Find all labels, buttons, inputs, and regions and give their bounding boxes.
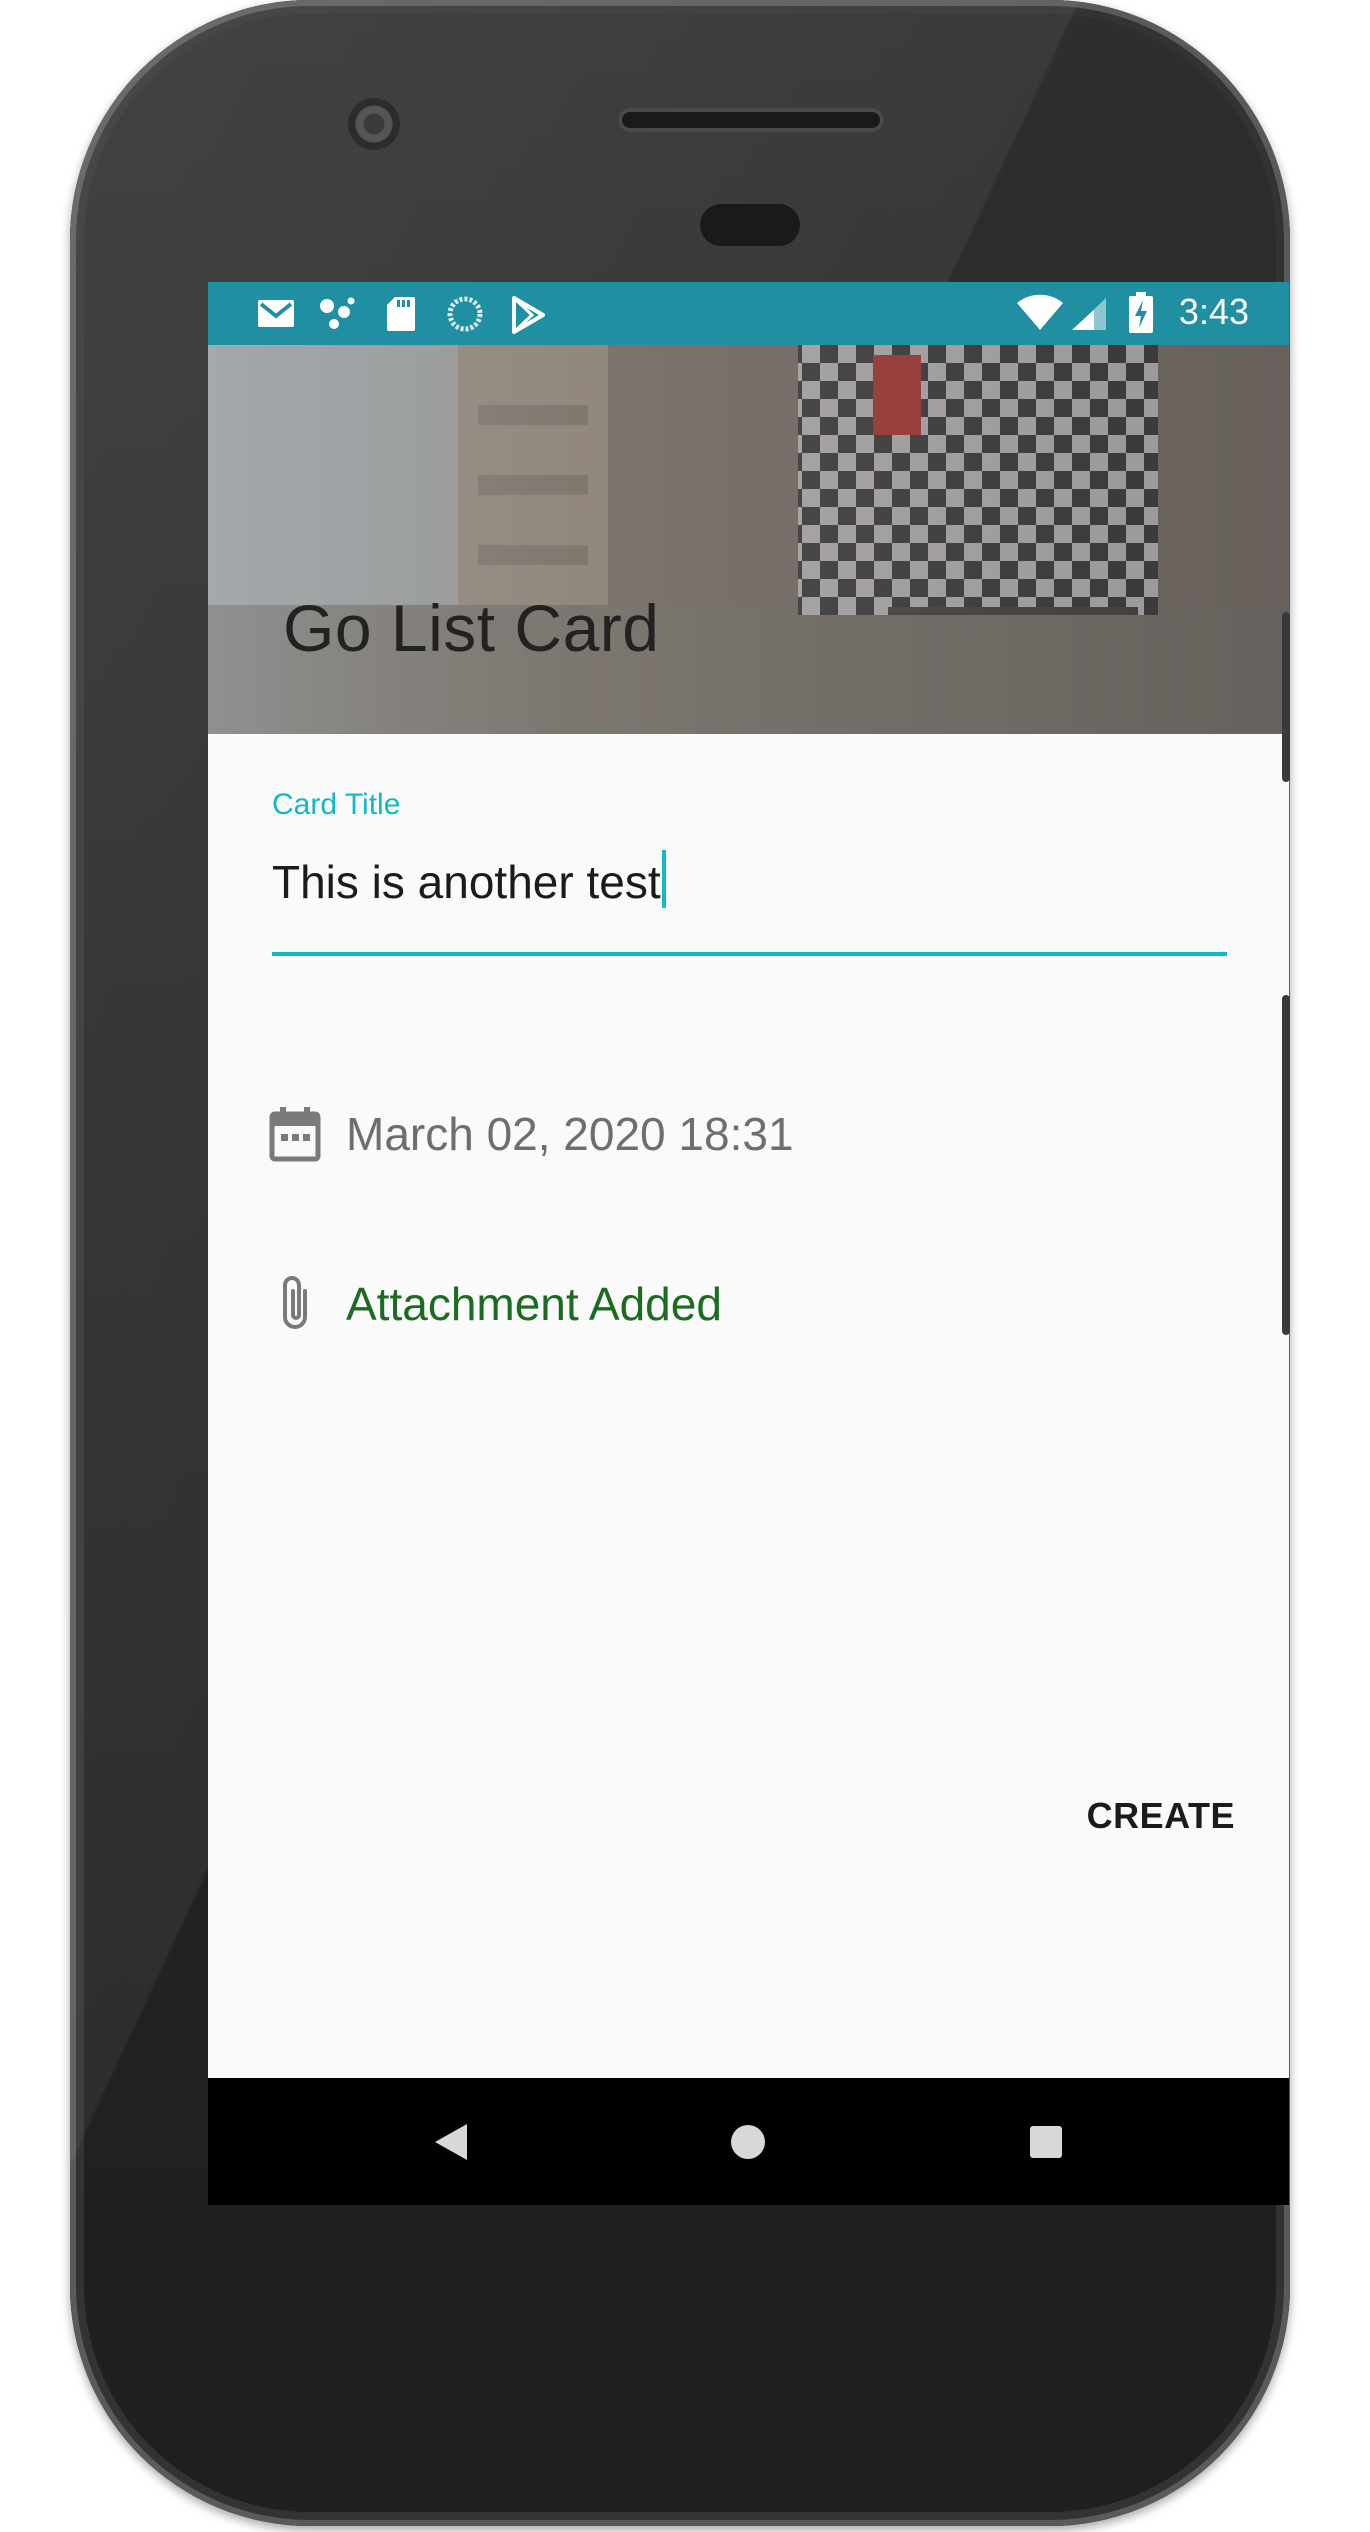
card-title-underline [272,952,1227,956]
battery-charging-icon [1129,292,1153,333]
date-text: March 02, 2020 18:31 [346,1108,794,1160]
text-cursor [661,850,666,908]
header-background-image [208,345,1289,734]
header-banner: Go List Card [208,345,1289,734]
status-bar: 3:43 [208,282,1289,345]
back-icon[interactable] [425,2116,477,2168]
home-icon[interactable] [722,2116,774,2168]
navigation-bar [208,2078,1289,2205]
date-row[interactable]: March 02, 2020 18:31 [266,1099,794,1169]
create-button[interactable]: CREATE [1081,1787,1241,1845]
volume-button[interactable] [1282,995,1290,1335]
earpiece-speaker [618,108,884,132]
front-camera [348,98,400,150]
recents-icon[interactable] [1020,2116,1072,2168]
attachment-text: Attachment Added [346,1278,722,1330]
signal-icon [1072,298,1106,330]
card-title-input[interactable]: This is another test [272,850,1227,910]
status-time: 3:43 [1178,291,1249,332]
page-title: Go List Card [283,591,660,665]
power-button[interactable] [1282,612,1290,782]
calendar-icon [266,1099,324,1169]
proximity-sensor [700,204,800,246]
card-title-value: This is another test [272,856,661,908]
sync-icon [447,296,483,332]
app-screen: 3:43 Go List Card Card Title This is ano… [208,282,1289,2205]
wifi-icon [1017,294,1063,330]
attachment-row[interactable]: Attachment Added [266,1269,722,1339]
phone-frame: 3:43 Go List Card Card Title This is ano… [70,0,1290,2526]
paperclip-icon [266,1269,324,1339]
card-title-label: Card Title [272,788,401,821]
sd-card-icon [387,297,415,331]
assistant-icon [320,297,355,329]
gmail-icon [258,300,294,327]
play-store-icon [512,296,545,334]
